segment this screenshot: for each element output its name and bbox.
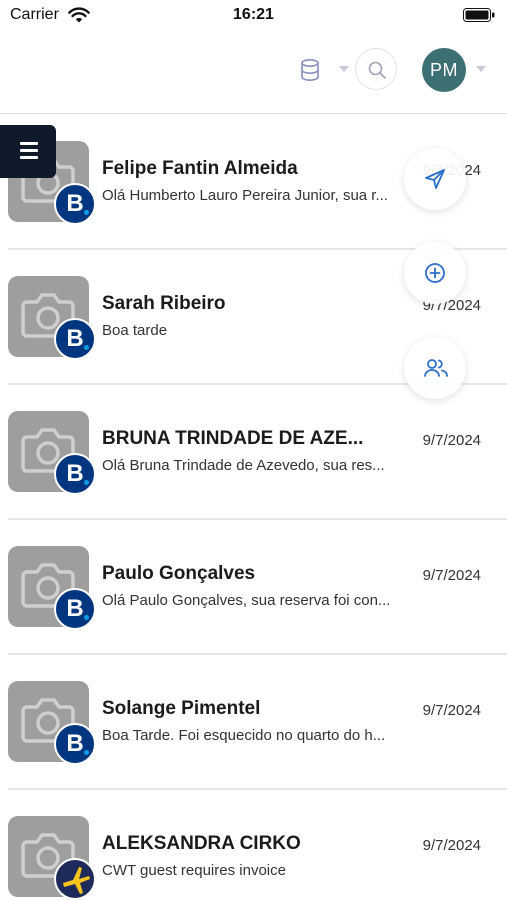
contact-photo-placeholder: B [8, 276, 96, 360]
booking-channel-badge: B [54, 453, 96, 495]
chevron-down-icon[interactable] [338, 64, 350, 74]
hamburger-menu-button[interactable] [0, 125, 56, 178]
battery-icon [463, 8, 495, 22]
booking-channel-badge: B [54, 318, 96, 360]
contact-name: ALEKSANDRA CIRKO [102, 833, 301, 854]
contact-photo-placeholder [8, 816, 96, 900]
clock: 16:21 [233, 6, 274, 23]
contact-photo-placeholder: B [8, 681, 96, 765]
booking-logo-letter: B [66, 190, 84, 217]
contact-name: Felipe Fantin Almeida [102, 158, 298, 179]
booking-channel-badge: B [54, 588, 96, 630]
message-preview: Boa tarde [102, 322, 168, 339]
app-header: PM [0, 32, 507, 114]
booking-logo-letter: B [66, 730, 84, 757]
expedia-channel-badge [54, 858, 96, 900]
users-icon [424, 359, 448, 377]
search-button[interactable] [355, 48, 397, 90]
message-date: 9/7/2024 [422, 837, 481, 854]
conversation-row[interactable]: B Solange Pimentel Boa Tarde. Foi esquec… [0, 655, 507, 790]
hamburger-menu-icon-line [20, 156, 38, 159]
message-preview: Olá Bruna Trindade de Azevedo, sua res..… [102, 457, 385, 474]
send-icon [425, 169, 445, 189]
contact-name: BRUNA TRINDADE DE AZE... [102, 428, 364, 449]
status-bar: Carrier 16:21 [0, 0, 507, 32]
airplane-icon [63, 867, 90, 894]
send-message-button[interactable] [404, 148, 466, 210]
conversation-row[interactable]: B BRUNA TRINDADE DE AZE... Olá Bruna Tri… [0, 385, 507, 520]
contact-photo-placeholder: B [8, 546, 96, 630]
contact-name: Solange Pimentel [102, 698, 261, 719]
contact-name: Sarah Ribeiro [102, 293, 226, 314]
booking-logo-letter: B [66, 595, 84, 622]
hamburger-menu-icon-line [20, 149, 38, 152]
message-date: 9/7/2024 [422, 432, 481, 449]
booking-logo-letter: B [66, 325, 84, 352]
message-date: 9/7/2024 [422, 702, 481, 719]
conversation-row[interactable]: B Paulo Gonçalves Olá Paulo Gonçalves, s… [0, 520, 507, 655]
hamburger-menu-icon-line [20, 142, 38, 145]
contacts-button[interactable] [404, 337, 466, 399]
booking-logo-dot [84, 480, 89, 485]
contact-name: Paulo Gonçalves [102, 563, 256, 584]
booking-logo-dot [84, 615, 89, 620]
user-avatar[interactable]: PM [422, 48, 466, 92]
message-preview: Olá Humberto Lauro Pereira Junior, sua r… [102, 187, 388, 204]
booking-logo-dot [84, 750, 89, 755]
booking-channel-badge: B [54, 183, 96, 225]
booking-logo-dot [84, 210, 89, 215]
new-conversation-button[interactable] [404, 242, 466, 304]
conversation-list: B Felipe Fantin Almeida Olá Humberto Lau… [0, 115, 507, 900]
message-date: 9/7/2024 [422, 567, 481, 584]
search-icon [368, 61, 386, 79]
chevron-down-icon[interactable] [475, 64, 487, 74]
conversation-row[interactable]: ALEKSANDRA CIRKO CWT guest requires invo… [0, 790, 507, 900]
booking-channel-badge: B [54, 723, 96, 765]
booking-logo-letter: B [66, 460, 84, 487]
add-circle-icon [425, 263, 445, 283]
database-icon[interactable] [299, 58, 321, 82]
message-preview: CWT guest requires invoice [102, 862, 286, 879]
message-preview: Olá Paulo Gonçalves, sua reserva foi con… [102, 592, 391, 609]
message-preview: Boa Tarde. Foi esquecido no quarto do h.… [102, 727, 386, 744]
contact-photo-placeholder: B [8, 411, 96, 495]
booking-logo-dot [84, 345, 89, 350]
